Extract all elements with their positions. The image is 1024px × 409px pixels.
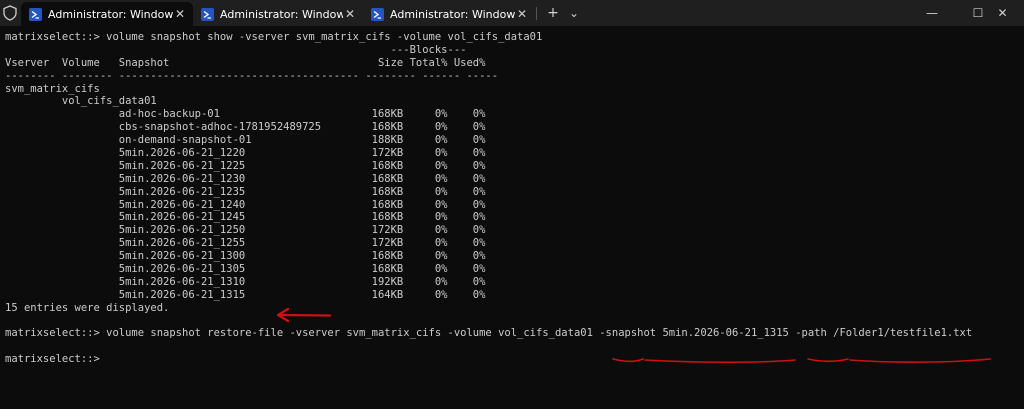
red-arrow-annotation	[276, 307, 332, 323]
red-underline-annotation	[612, 358, 991, 364]
annotation-overlay	[276, 307, 991, 364]
